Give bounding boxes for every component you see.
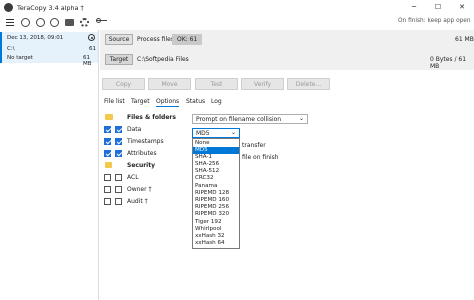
- job-item[interactable]: Dec 13, 2018, 09:01 C:\ 61 No target 61 …: [0, 32, 98, 67]
- total-size: 61 MB: [455, 36, 474, 43]
- owner-checkbox-b[interactable]: [115, 186, 122, 193]
- collision-select-value: Prompt on filename collision: [196, 116, 282, 123]
- hash-option[interactable]: Panama: [193, 183, 239, 190]
- transfer-text: transfer: [242, 142, 266, 149]
- hash-option[interactable]: SHA-256: [193, 161, 239, 168]
- hash-option[interactable]: xxHash 64: [193, 240, 239, 247]
- data-checkbox-a[interactable]: [104, 126, 111, 133]
- on-finish-label[interactable]: On finish: keep app open: [398, 18, 471, 24]
- job-source-count: 61: [89, 46, 96, 52]
- tab-log[interactable]: Log: [211, 98, 222, 105]
- hash-option[interactable]: RIPEMD 256: [193, 204, 239, 211]
- folder-icon: [105, 114, 113, 120]
- source-button[interactable]: Source: [105, 34, 133, 45]
- audit-checkbox-a[interactable]: [104, 198, 111, 205]
- tab-status[interactable]: Status: [186, 98, 205, 105]
- key-icon[interactable]: [96, 18, 107, 25]
- owner-checkbox-a[interactable]: [104, 186, 111, 193]
- hash-select-value: MD5: [196, 130, 210, 137]
- acl-label: ACL: [127, 174, 139, 181]
- attributes-label: Attributes: [127, 150, 157, 157]
- target-button-label: Target: [109, 56, 129, 63]
- title-bar: TeraCopy 3.4 alpha † ─ ☐ ✕: [0, 0, 474, 16]
- add-icon[interactable]: [21, 18, 30, 27]
- toolbar: On finish: keep app open: [0, 16, 474, 30]
- menu-icon[interactable]: [6, 19, 14, 26]
- verify-button-label: Verify: [253, 80, 272, 88]
- hash-option[interactable]: SHA-512: [193, 168, 239, 175]
- ok-badge: OK: 61: [172, 34, 203, 45]
- maximize-icon[interactable]: ☐: [431, 3, 445, 13]
- chevron-down-icon: ⌄: [299, 115, 305, 122]
- data-checkbox-b[interactable]: [115, 126, 122, 133]
- bytes-info: 0 Bytes / 61 MB: [430, 56, 467, 70]
- tab-bar: File list Target Options Status Log: [100, 96, 474, 108]
- job-date: Dec 13, 2018, 09:01: [7, 35, 64, 41]
- source-button-label: Source: [108, 36, 130, 43]
- app-icon: [4, 3, 13, 12]
- options-panel: Files & folders Data Timestamps Attribut…: [100, 110, 474, 300]
- close-icon[interactable]: ✕: [455, 3, 469, 13]
- security-heading: Security: [127, 162, 156, 169]
- hash-option[interactable]: RIPEMD 160: [193, 197, 239, 204]
- timestamps-label: Timestamps: [127, 138, 164, 145]
- move-button-label: Move: [161, 80, 178, 88]
- job-size: 61 MB: [83, 55, 92, 67]
- tab-target[interactable]: Target: [131, 98, 150, 105]
- timestamps-checkbox-a[interactable]: [104, 138, 111, 145]
- job-target: No target: [7, 55, 33, 61]
- collision-select[interactable]: Prompt on filename collision ⌄: [192, 114, 308, 124]
- hash-option[interactable]: Tiger 192: [193, 219, 239, 226]
- hash-option[interactable]: SHA-1: [193, 154, 239, 161]
- acl-checkbox-a[interactable]: [104, 174, 111, 181]
- copy-button[interactable]: Copy: [102, 78, 145, 90]
- delete-button-label: Delete...: [295, 80, 322, 88]
- files-folders-heading: Files & folders: [127, 114, 176, 121]
- job-close-icon[interactable]: [88, 34, 95, 41]
- header-panel: Source Process files: OK: 61 61 MB Targe…: [100, 30, 474, 70]
- hash-dropdown-list: None MD5 SHA-1 SHA-256 SHA-512 CRC32 Pan…: [192, 138, 240, 249]
- copy-button-label: Copy: [115, 80, 132, 88]
- print-icon[interactable]: [65, 19, 74, 26]
- minimize-icon[interactable]: ─: [407, 3, 421, 13]
- lock-icon: [105, 162, 112, 168]
- target-button[interactable]: Target: [105, 54, 133, 65]
- hash-option[interactable]: RIPEMD 320: [193, 211, 239, 218]
- process-files-label: Process files:: [137, 36, 176, 43]
- audit-label: Audit †: [127, 198, 148, 205]
- test-button[interactable]: Test: [195, 78, 238, 90]
- data-label: Data: [127, 126, 142, 133]
- audit-checkbox-b[interactable]: [115, 198, 122, 205]
- delete-button[interactable]: Delete...: [287, 78, 330, 90]
- job-source: C:\: [7, 46, 15, 52]
- timestamps-checkbox-b[interactable]: [115, 138, 122, 145]
- attributes-checkbox-a[interactable]: [104, 150, 111, 157]
- tab-options[interactable]: Options: [156, 98, 180, 107]
- hash-option[interactable]: xxHash 32: [193, 233, 239, 240]
- hash-option[interactable]: None: [193, 140, 239, 147]
- test-button-label: Test: [210, 80, 223, 88]
- target-path: C:\Softpedia Files: [137, 56, 189, 63]
- acl-checkbox-b[interactable]: [115, 174, 122, 181]
- hash-option[interactable]: CRC32: [193, 175, 239, 182]
- attributes-checkbox-b[interactable]: [115, 150, 122, 157]
- hash-option[interactable]: MD5: [193, 146, 239, 154]
- verify-button[interactable]: Verify: [241, 78, 284, 90]
- gear-icon[interactable]: [80, 18, 89, 27]
- chevron-down-icon: ⌄: [231, 129, 237, 136]
- clear-icon[interactable]: [50, 18, 59, 27]
- history-icon[interactable]: [36, 18, 45, 27]
- hash-select[interactable]: MD5 ⌄: [192, 128, 240, 138]
- job-list: Dec 13, 2018, 09:01 C:\ 61 No target 61 …: [0, 30, 99, 300]
- move-button[interactable]: Move: [148, 78, 191, 90]
- hash-option[interactable]: Whirlpool: [193, 226, 239, 233]
- owner-label: Owner †: [127, 186, 152, 193]
- window-title: TeraCopy 3.4 alpha †: [17, 4, 84, 12]
- tab-file-list[interactable]: File list: [104, 98, 125, 105]
- hash-option[interactable]: RIPEMD 128: [193, 190, 239, 197]
- file-on-finish-text: file on finish: [242, 154, 279, 161]
